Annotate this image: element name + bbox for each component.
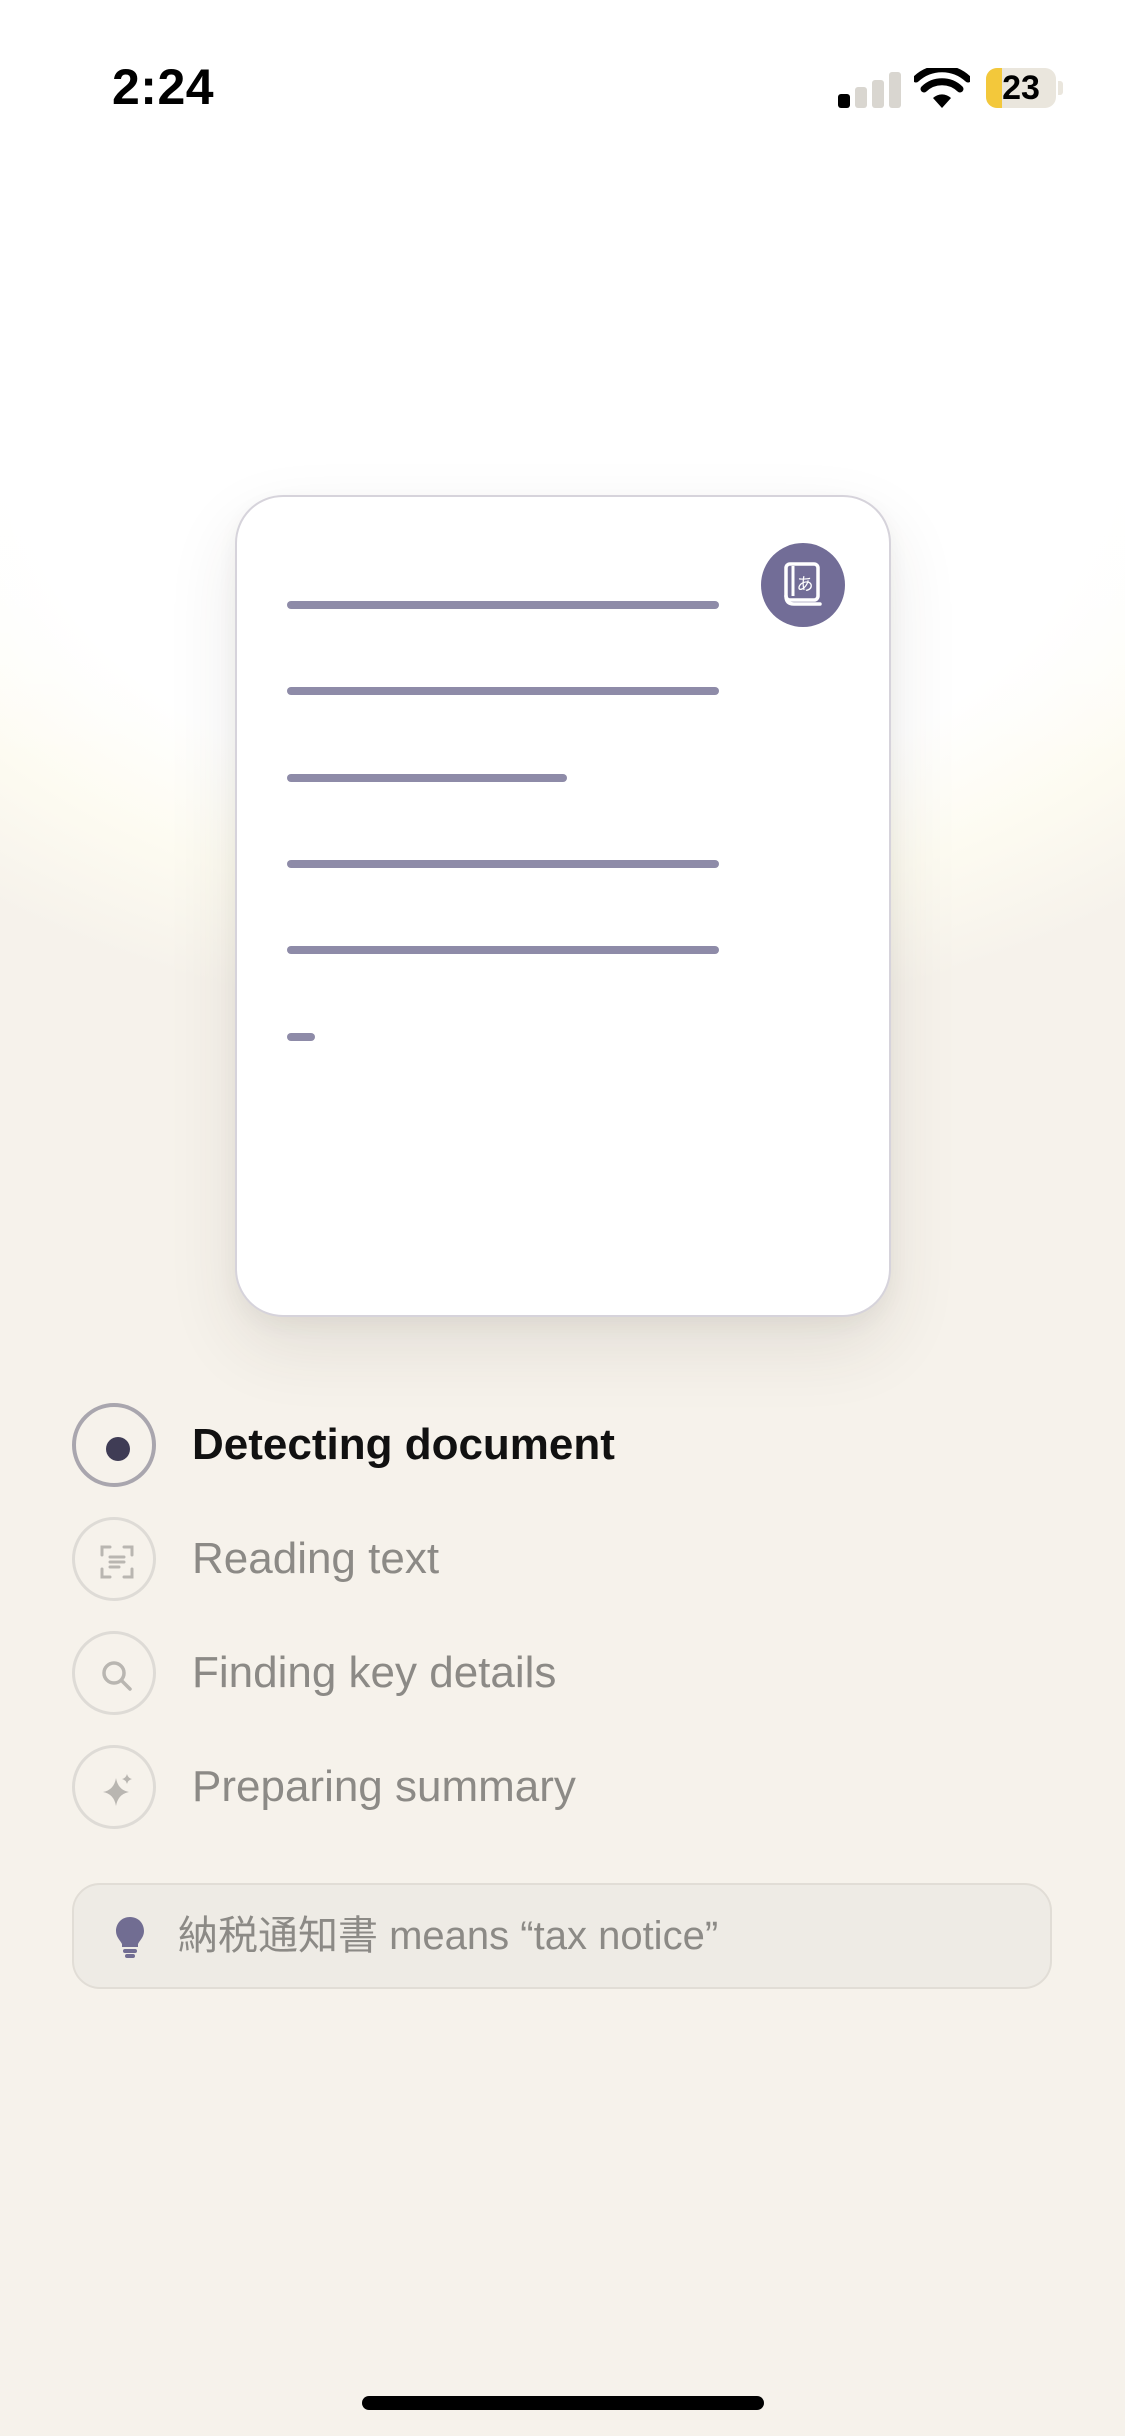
text-scan-icon xyxy=(72,1517,156,1601)
document-text-line xyxy=(287,946,719,954)
step-reading-text: Reading text xyxy=(72,1517,1052,1601)
translate-book-icon: あ xyxy=(761,543,845,627)
step-label: Preparing summary xyxy=(192,1762,576,1811)
progress-steps: Detecting document Reading text Finding … xyxy=(72,1403,1052,1859)
sparkle-icon xyxy=(72,1745,156,1829)
svg-text:あ: あ xyxy=(797,575,814,595)
cellular-signal-icon xyxy=(838,72,901,108)
status-bar: 2:24 23 xyxy=(0,0,1125,150)
battery-level: 23 xyxy=(1002,69,1040,107)
step-label: Reading text xyxy=(192,1534,440,1583)
search-icon xyxy=(72,1631,156,1715)
document-text-line xyxy=(287,774,567,782)
document-text-line xyxy=(287,1033,315,1041)
home-indicator[interactable] xyxy=(362,2396,764,2410)
step-preparing-summary: Preparing summary xyxy=(72,1745,1052,1829)
lightbulb-icon xyxy=(114,1915,146,1964)
document-text-line xyxy=(287,860,719,868)
document-text-line xyxy=(287,687,719,695)
step-finding-key-details: Finding key details xyxy=(72,1631,1052,1715)
progress-dot-icon xyxy=(72,1403,156,1487)
document-text-line xyxy=(287,601,719,609)
step-label: Detecting document xyxy=(192,1420,615,1469)
status-time: 2:24 xyxy=(112,59,215,115)
step-detecting-document: Detecting document xyxy=(72,1403,1052,1487)
document-preview-card: あ xyxy=(235,495,891,1317)
translation-tip: 納税通知書 means “tax notice” xyxy=(72,1883,1052,1989)
wifi-icon xyxy=(912,65,972,110)
battery-icon: 23 xyxy=(986,68,1063,108)
step-label: Finding key details xyxy=(192,1648,557,1697)
tip-text: 納税通知書 means “tax notice” xyxy=(178,1914,719,1958)
